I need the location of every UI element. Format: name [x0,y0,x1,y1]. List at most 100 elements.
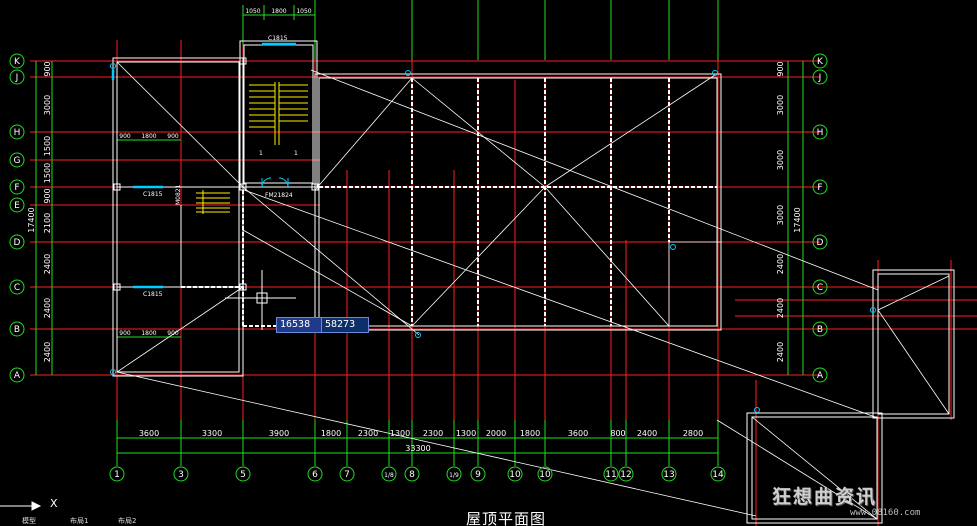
dim-bottom-11: 800 [610,429,625,438]
dim-right-inner-1: 3000 [776,95,785,115]
tab-layout2[interactable]: 布局2 [118,517,136,526]
dim-right-inner-2: 3000 [776,150,785,170]
dim-bottom-12: 2400 [637,429,657,438]
axis-bottom-0-label: 1 [114,470,120,480]
axis-bottom-9-label: 10 [509,470,521,480]
axis-left-9-label: A [14,371,21,381]
dim-left-inner-3: 1500 [43,163,52,183]
axis-bottom-2-label: 5 [240,470,246,480]
dim-window-top-2: 900 [167,133,179,140]
coordinate-input-x[interactable]: 16538 [276,317,322,333]
dim-right-inner-0: 900 [776,61,785,76]
axis-right-7-label: A [817,371,824,381]
axis-right-4-label: D [817,238,824,248]
dim-bottom-8: 2000 [486,429,506,438]
axis-right-3-label: F [817,183,822,193]
dim-top-1: 1800 [271,8,286,15]
cad-drawing-area[interactable]: KJHGFEDCBA KJHFDCBA 1 3 5 6 7 1/8 8 1/9 9 10 10 11 1… [0,0,977,526]
axis-right-0-label: K [817,57,824,67]
dim-window-top-1: 1800 [141,133,156,140]
dim-left-inner-1: 3000 [43,95,52,115]
dim-bottom-10: 3600 [568,429,588,438]
axis-left-4-label: F [14,183,19,193]
dim-left-inner-0: 900 [43,61,52,76]
axis-bottom-7-label: 1/9 [449,472,459,479]
axis-left-7-label: C [14,283,20,293]
axis-bottom-3-label: 6 [312,470,318,480]
axis-bottom-14-label: 14 [712,470,724,480]
axis-left-2-label: H [14,128,21,138]
axis-left-1-label: J [15,73,19,83]
axis-bottom-8-label: 9 [475,470,481,480]
dim-left-outer: 17400 [27,207,36,232]
dim-top-2: 1050 [296,8,311,15]
dim-bottom-13: 2800 [683,429,703,438]
axis-bottom-5-label: 1/8 [384,472,394,479]
axis-bottom-12-label: 12 [620,470,631,480]
dim-left-inner-8: 2400 [43,342,52,362]
axis-left-8-label: B [14,325,20,335]
ucs-x-label: X [50,497,58,510]
watermark-text: 狂想曲资讯 [772,486,878,508]
axis-bottom-4-label: 7 [344,470,350,480]
tab-layout1[interactable]: 布局1 [70,517,88,526]
dim-top-0: 1050 [245,8,260,15]
drain-nodes [110,63,876,413]
ucs-icon [0,501,42,511]
dim-bottom-3: 1800 [321,429,341,438]
axis-left-0-label: K [14,57,21,67]
watermark-url: www.08160.com [850,508,921,518]
label-window-c: C1815 [143,291,163,298]
axis-bottom-13-label: 13 [663,470,674,480]
building-walls [112,40,955,524]
dim-bottom-7: 1300 [456,429,476,438]
dim-left-inner-2: 1500 [43,136,52,156]
dim-right-inner-6: 2400 [776,342,785,362]
left-axis-markers: KJ H G FE D C B A [9,53,25,383]
dim-left-inner-7: 2400 [43,298,52,318]
label-window-f: C1815 [143,191,163,198]
dimension-texts: 3600 3300 3900 1800 2300 1300 2300 1300 2000 1800… [27,8,802,453]
dim-bottom-9: 1800 [520,429,540,438]
dim-bottom-5: 1300 [390,429,410,438]
dim-bottom-2: 3900 [269,429,289,438]
dim-window-bottom-0: 900 [119,330,131,337]
dim-window-top-0: 900 [119,133,131,140]
dim-window-bottom-1: 1800 [141,330,156,337]
dim-right-inner-4: 2400 [776,254,785,274]
axis-left-6-label: D [14,238,21,248]
axis-right-1-label: J [818,73,822,83]
dim-bottom-1: 3300 [202,429,222,438]
dim-bottom-total: 33300 [405,444,430,453]
label-door-fm: FM21824 [265,192,293,199]
dim-right-outer: 17400 [793,207,802,232]
label-stair-down: 1 [294,150,298,157]
axis-right-5-label: C [817,283,823,293]
coordinate-input-y[interactable]: 58273 [321,317,369,333]
dim-window-bottom-2: 900 [167,330,179,337]
floor-plan-svg[interactable]: KJHGFEDCBA KJHFDCBA 1 3 5 6 7 1/8 8 1/9 9 10 10 11 1… [0,0,977,526]
windows [111,42,296,289]
axis-bottom-10-label: 10 [539,470,551,480]
axis-bottom-6-label: 8 [409,470,415,480]
axis-right-2-label: H [817,128,824,138]
label-window-top: C1815 [268,35,288,42]
horizontal-gridlines [30,60,977,376]
tab-model[interactable]: 模型 [22,517,36,526]
label-stair-up: 1 [259,150,263,157]
dim-bottom-0: 3600 [139,429,159,438]
axis-right-6-label: B [817,325,823,335]
label-door-m: M0821 [175,184,182,205]
dim-bottom-4: 2300 [358,429,378,438]
right-axis-markers: KJ H F D C B A [812,53,828,383]
dimension-lines [35,0,804,466]
dim-right-inner-3: 3000 [776,205,785,225]
dim-left-inner-4: 900 [43,188,52,203]
axis-left-5-label: E [14,201,20,211]
watermark: 狂想曲资讯 www.08160.com [772,474,972,522]
axis-bottom-1-label: 3 [178,470,184,480]
dim-left-inner-5: 2100 [43,213,52,233]
axis-left-3-label: G [14,156,21,166]
dim-bottom-6: 2300 [423,429,443,438]
bottom-axis-markers: 1 3 5 6 7 1/8 8 1/9 9 10 10 11 12 13 14 [109,466,726,482]
